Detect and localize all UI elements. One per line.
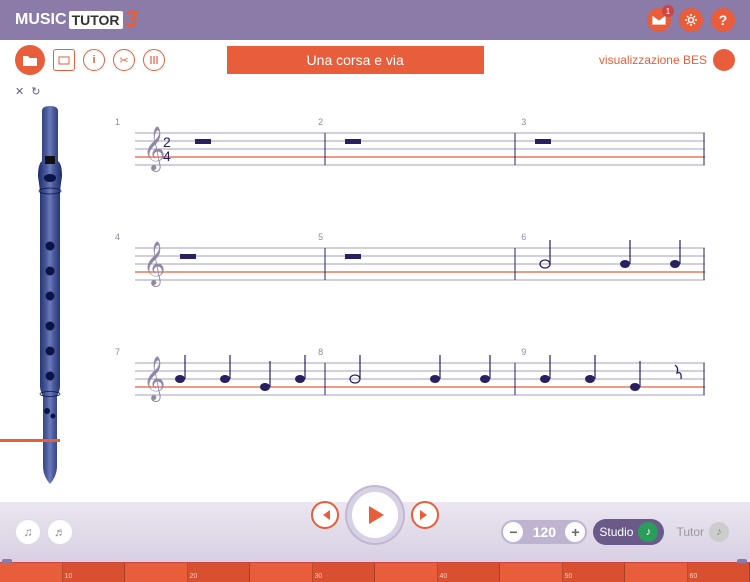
- staff-3[interactable]: 𝄞: [115, 355, 725, 405]
- audio-track-2-button[interactable]: ♬: [47, 519, 73, 545]
- timeline-segment[interactable]: 60: [688, 563, 750, 582]
- toolbar: i ✂ Una corsa e via visualizzazione BES: [0, 40, 750, 80]
- redo-icon[interactable]: ↻: [31, 86, 40, 98]
- note-icon: ♪: [638, 522, 658, 542]
- bottom-right-controls: − 120 + Studio ♪ Tutor ♪: [501, 519, 735, 545]
- timeline-segment[interactable]: 40: [438, 563, 501, 582]
- view-single-button[interactable]: [53, 49, 75, 71]
- logo-three: 3: [125, 6, 138, 34]
- info-button[interactable]: i: [83, 49, 105, 71]
- panel-controls: ✕ ↻: [15, 85, 45, 98]
- note-icon: ♪: [709, 522, 729, 542]
- timeline-segment[interactable]: [0, 563, 63, 582]
- score-area: 1 2 3 𝄞 2 4 4 5 6: [90, 85, 735, 497]
- logo-music: MUSIC: [15, 11, 67, 29]
- mail-badge: 1: [662, 5, 674, 17]
- folder-button[interactable]: [15, 45, 45, 75]
- staff-row-1: 1 2 3 𝄞 2 4: [115, 125, 725, 175]
- bars-button[interactable]: [143, 49, 165, 71]
- timeline[interactable]: 10 20 30 40 50 60: [0, 562, 750, 582]
- gear-icon[interactable]: [679, 8, 703, 32]
- bottom-left-controls: ♫ ♬: [15, 519, 73, 545]
- timeline-segment[interactable]: [125, 563, 188, 582]
- close-icon[interactable]: ✕: [15, 86, 24, 98]
- tempo-value: 120: [527, 524, 561, 540]
- logo-tutor: TUTOR: [69, 11, 123, 29]
- skip-forward-button[interactable]: [411, 501, 439, 529]
- top-bar: MUSIC TUTOR 3 1 ?: [0, 0, 750, 40]
- bottom-bar: ♫ ♬ − 120 + Studio ♪ Tutor ♪: [0, 502, 750, 562]
- timeline-segment[interactable]: 20: [188, 563, 251, 582]
- bes-toggle[interactable]: visualizzazione BES: [599, 49, 735, 71]
- svg-text:𝄞: 𝄞: [143, 242, 165, 287]
- staff-row-2: 4 5 6 𝄞: [115, 240, 725, 290]
- clip-button[interactable]: ✂: [113, 49, 135, 71]
- timeline-segment[interactable]: [250, 563, 313, 582]
- progress-indicator: [0, 439, 60, 442]
- song-title: Una corsa e via: [227, 46, 484, 74]
- play-button[interactable]: [347, 487, 403, 543]
- svg-text:4: 4: [163, 148, 171, 164]
- recorder-instrument: [28, 106, 73, 486]
- staff-1[interactable]: 𝄞 2 4: [115, 125, 725, 175]
- tempo-plus-button[interactable]: +: [565, 522, 585, 542]
- timeline-segment[interactable]: [500, 563, 563, 582]
- main-area: ✕ ↻: [0, 80, 750, 502]
- timeline-segment[interactable]: 30: [313, 563, 376, 582]
- bes-circle-icon: [713, 49, 735, 71]
- top-icons: 1 ?: [647, 8, 735, 32]
- instrument-panel: [10, 85, 90, 497]
- tempo-control: − 120 +: [501, 520, 587, 544]
- timeline-segment[interactable]: [375, 563, 438, 582]
- help-icon[interactable]: ?: [711, 8, 735, 32]
- timeline-segment[interactable]: 50: [563, 563, 626, 582]
- timeline-segment[interactable]: [625, 563, 688, 582]
- tutor-mode-button[interactable]: Tutor ♪: [670, 519, 735, 545]
- tempo-minus-button[interactable]: −: [503, 522, 523, 542]
- audio-track-1-button[interactable]: ♫: [15, 519, 41, 545]
- logo: MUSIC TUTOR 3: [15, 6, 138, 34]
- timeline-segment[interactable]: 10: [63, 563, 126, 582]
- skip-back-button[interactable]: [311, 501, 339, 529]
- studio-mode-button[interactable]: Studio ♪: [593, 519, 664, 545]
- play-controls: [311, 487, 439, 543]
- staff-2[interactable]: 𝄞: [115, 240, 725, 290]
- mail-icon[interactable]: 1: [647, 8, 671, 32]
- staff-row-3: 7 8 9 𝄞: [115, 355, 725, 405]
- svg-text:𝄞: 𝄞: [143, 357, 165, 402]
